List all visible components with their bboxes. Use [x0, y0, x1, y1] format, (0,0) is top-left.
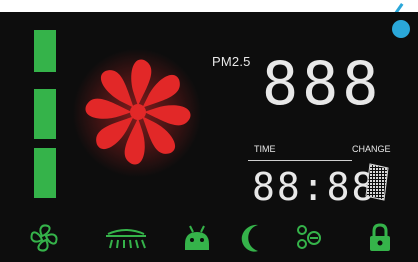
ion-icon[interactable]: [182, 222, 212, 256]
display-panel: PM2.5 888 TIME CHANGE 88:88: [0, 12, 418, 262]
heater-icon[interactable]: [104, 222, 148, 256]
level-bar-middle: [34, 89, 56, 139]
separator-line: [248, 160, 352, 161]
lock-icon[interactable]: [366, 222, 394, 256]
level-bar-top: [34, 30, 56, 72]
pm25-value: 888: [262, 49, 383, 119]
change-label: CHANGE: [352, 144, 391, 154]
fan-icon-large: [85, 59, 191, 165]
dots-icon[interactable]: [294, 222, 324, 256]
time-label: TIME: [254, 144, 276, 154]
level-bar-bottom: [34, 148, 56, 198]
fan-mode-icon[interactable]: [28, 222, 60, 256]
time-value: 88:88: [252, 165, 377, 209]
filter-change-icon: [365, 163, 389, 201]
moon-icon[interactable]: [240, 222, 268, 256]
corner-indicator-dot: [392, 20, 410, 38]
pm25-label: PM2.5: [212, 54, 251, 69]
